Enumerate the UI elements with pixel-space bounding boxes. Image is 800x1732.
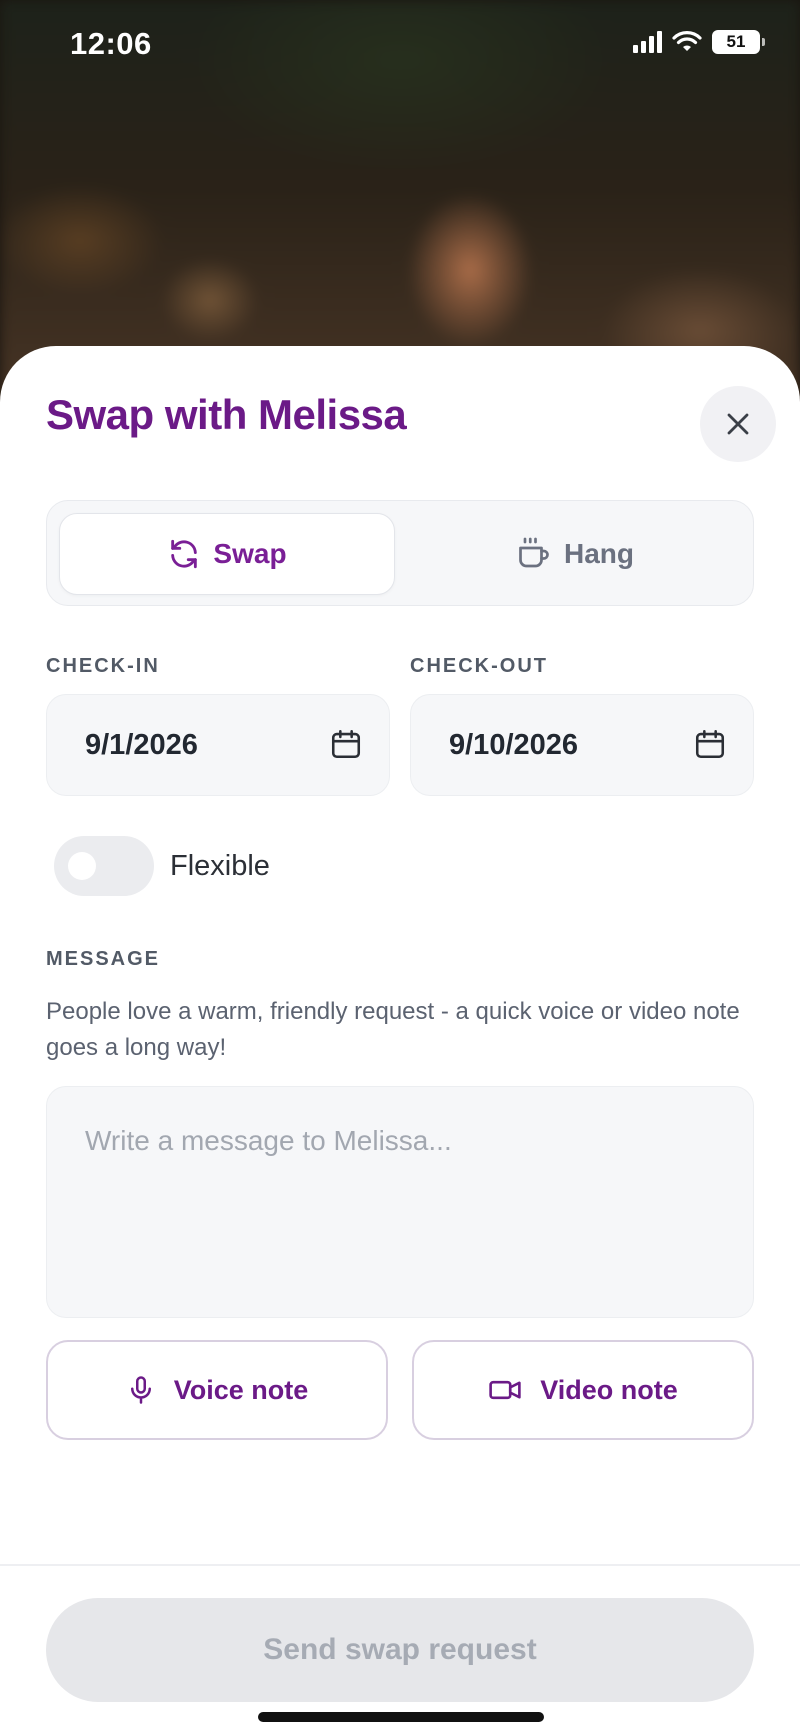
toggle-knob (68, 852, 96, 880)
tab-swap[interactable]: Swap (59, 513, 395, 595)
tab-swap-label: Swap (213, 538, 287, 569)
tab-hang-label: Hang (564, 538, 634, 569)
mode-segmented-control: Swap Hang (46, 500, 754, 606)
sheet-title: Swap with Melissa (46, 391, 407, 438)
check-out-value: 9/10/2026 (449, 729, 579, 761)
send-button-label: Send swap request (263, 1633, 537, 1666)
voice-note-label: Voice note (173, 1374, 309, 1405)
microphone-icon (130, 1376, 151, 1404)
calendar-icon (695, 729, 725, 759)
swap-request-sheet: Swap with Melissa Swap Hang CHECK-IN CHE… (0, 346, 800, 1732)
message-label: MESSAGE (46, 948, 161, 970)
refresh-icon (171, 539, 198, 569)
check-in-value: 9/1/2026 (85, 729, 198, 761)
flexible-toggle[interactable] (54, 836, 154, 896)
message-helper-text: People love a warm, friendly request - a… (46, 998, 740, 1061)
close-icon (727, 413, 749, 435)
close-button[interactable] (700, 386, 776, 462)
home-indicator (258, 1712, 544, 1722)
battery-level: 51 (726, 32, 746, 51)
flexible-label: Flexible (170, 850, 270, 882)
status-bar: 12:06 51 (0, 0, 800, 90)
send-swap-request-button[interactable]: Send swap request (46, 1598, 754, 1702)
coffee-cup-icon (519, 537, 549, 568)
voice-note-button[interactable]: Voice note (46, 1340, 388, 1440)
video-note-button[interactable]: Video note (412, 1340, 754, 1440)
battery-indicator: 51 (712, 30, 765, 54)
check-out-date-field[interactable]: 9/10/2026 (410, 694, 754, 796)
wifi-icon (672, 31, 702, 51)
calendar-icon (331, 729, 361, 759)
status-icons: 51 (633, 30, 765, 54)
check-in-date-field[interactable]: 9/1/2026 (46, 694, 390, 796)
footer-divider (0, 1564, 800, 1566)
video-note-label: Video note (540, 1374, 678, 1405)
check-out-label: CHECK-OUT (410, 655, 548, 677)
video-camera-icon (489, 1380, 521, 1400)
tab-hang[interactable]: Hang (407, 513, 743, 595)
status-time: 12:06 (70, 26, 152, 61)
check-in-label: CHECK-IN (46, 655, 160, 677)
cellular-signal-icon (633, 31, 662, 53)
message-input[interactable] (46, 1086, 754, 1318)
